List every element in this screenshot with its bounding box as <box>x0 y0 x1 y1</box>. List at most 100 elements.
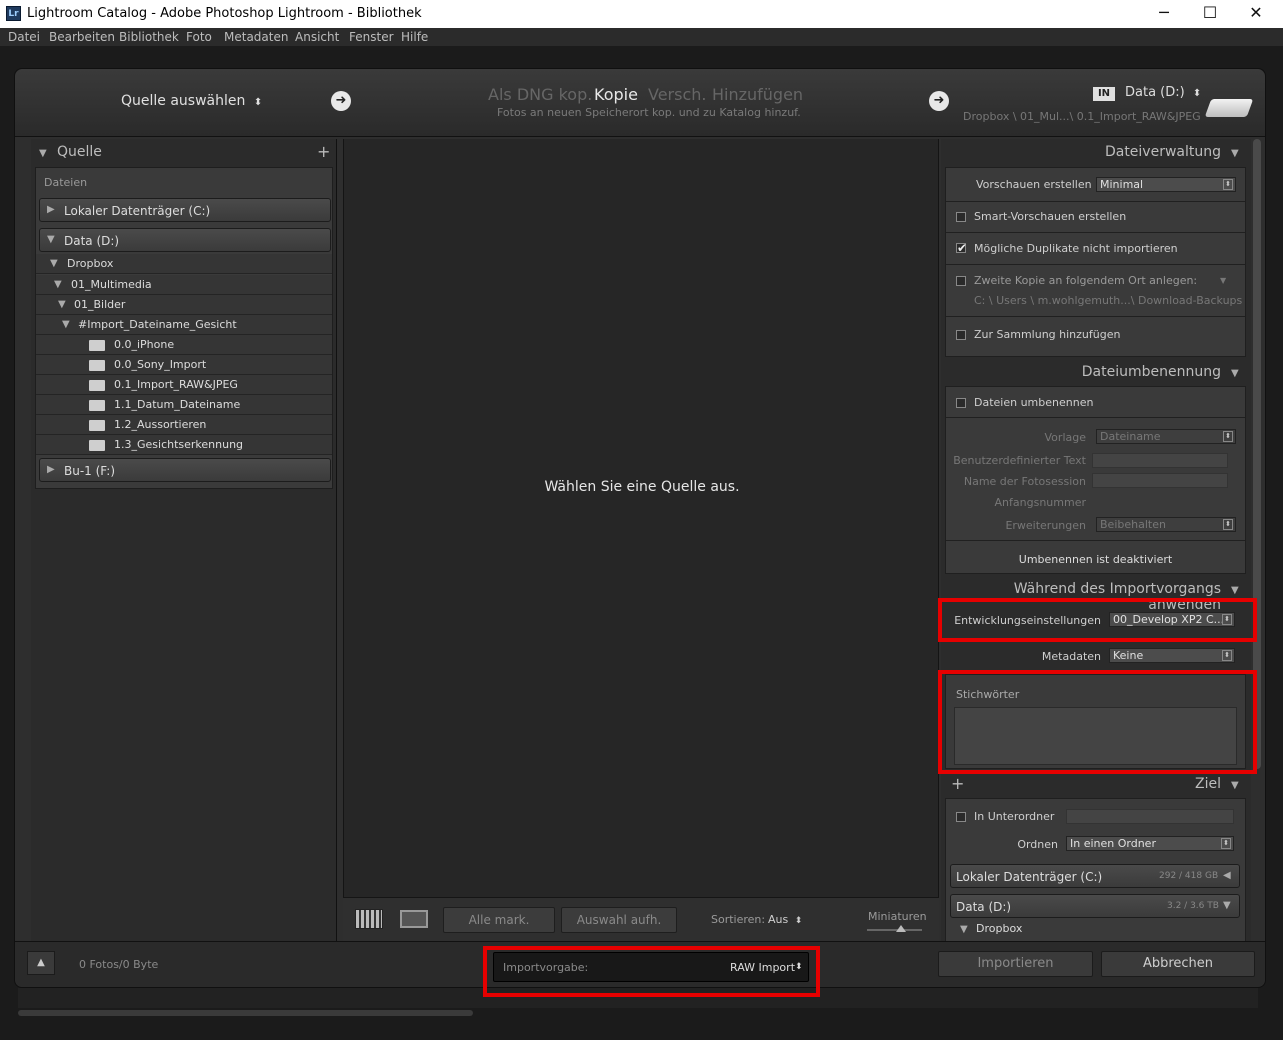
subfolder-checkbox[interactable] <box>956 812 966 822</box>
maximize-button[interactable]: ☐ <box>1187 2 1233 26</box>
collapse-triangle-icon: ▼ <box>54 279 62 290</box>
loupe-view-icon[interactable] <box>400 910 428 928</box>
collapse-triangle-icon: ▼ <box>58 299 66 310</box>
destination-selector[interactable]: Data (D:) ⬍ <box>1125 85 1201 100</box>
metadata-select[interactable]: Keine ⬍ <box>1109 648 1235 663</box>
arrow-right-icon: ➜ <box>331 91 351 111</box>
custom-text-label: Benutzerdefinierter Text <box>953 454 1086 467</box>
template-select[interactable]: Dateiname ⬍ <box>1096 429 1236 444</box>
menu-ansicht[interactable]: Ansicht <box>295 30 339 44</box>
tree-item-multimedia[interactable]: ▼ 01_Multimedia <box>36 275 332 295</box>
tree-item-import-dateiname[interactable]: ▼ #Import_Dateiname_Gesicht <box>36 315 332 335</box>
menu-bearbeiten[interactable]: Bearbeiten <box>49 30 115 44</box>
arrow-right-icon: ➜ <box>929 91 949 111</box>
highlight-develop-settings <box>938 598 1257 642</box>
uncheck-all-button[interactable]: Auswahl aufh. <box>561 907 677 933</box>
destination-drive-c-label: Lokaler Datenträger (C:) <box>956 870 1103 884</box>
second-copy-checkbox[interactable] <box>956 276 966 286</box>
collapse-triangle-icon[interactable]: ▼ <box>1231 368 1239 379</box>
drive-c[interactable]: ▶ Lokaler Datenträger (C:) <box>39 198 331 222</box>
extensions-select[interactable]: Beibehalten ⬍ <box>1096 517 1236 532</box>
check-all-button[interactable]: Alle mark. <box>443 907 555 933</box>
collection-checkbox[interactable] <box>956 330 966 340</box>
destination-drive-c[interactable]: Lokaler Datenträger (C:) 292 / 418 GB ◀ <box>950 864 1240 888</box>
folder-icon <box>89 440 105 451</box>
sort-selector[interactable]: Aus ⬍ <box>768 913 802 926</box>
preview-area: Wählen Sie eine Quelle aus. <box>343 139 939 897</box>
folder-item[interactable]: 1.1_Datum_Dateiname <box>36 395 332 415</box>
drive-f[interactable]: ▶ Bu-1 (F:) <box>39 458 331 482</box>
menu-datei[interactable]: Datei <box>8 30 40 44</box>
menu-foto[interactable]: Foto <box>186 30 212 44</box>
minimize-button[interactable]: ─ <box>1141 2 1187 26</box>
organize-select[interactable]: In einen Ordner ⬍ <box>1066 836 1234 851</box>
menu-metadaten[interactable]: Metadaten <box>224 30 288 44</box>
chevron-down-icon[interactable]: ▼ <box>1220 276 1226 285</box>
subfolder-field[interactable] <box>1066 809 1234 824</box>
menu-fenster[interactable]: Fenster <box>349 30 394 44</box>
source-selector[interactable]: Quelle auswählen ⬍ <box>121 93 262 109</box>
expand-up-icon[interactable]: ▲ <box>27 951 55 975</box>
mode-dng-copy[interactable]: Als DNG kop. <box>488 85 592 104</box>
collapse-triangle-icon[interactable]: ▼ <box>960 924 968 935</box>
folder-item[interactable]: 0.1_Import_RAW&JPEG <box>36 375 332 395</box>
menu-hilfe[interactable]: Hilfe <box>401 30 428 44</box>
import-dialog: Quelle auswählen ⬍ ➜ Als DNG kop. Kopie … <box>14 68 1266 988</box>
highlight-import-preset <box>483 946 820 997</box>
folder-label: 0.0_Sony_Import <box>114 358 207 371</box>
folder-item[interactable]: 1.2_Aussortieren <box>36 415 332 435</box>
import-button[interactable]: Importieren <box>938 951 1093 977</box>
filmstrip-scrollbar[interactable] <box>18 1010 473 1016</box>
divider <box>946 417 1245 418</box>
source-selector-label: Quelle auswählen <box>121 93 246 109</box>
destination-section: In Unterordner Ordnen In einen Ordner ⬍ … <box>945 798 1246 942</box>
settings-panel: Dateiverwaltung ▼ Vorschauen erstellen M… <box>941 139 1251 942</box>
destination-dropbox-label[interactable]: Dropbox <box>976 922 1022 935</box>
grid-view-icon[interactable] <box>355 909 383 929</box>
collapse-triangle-icon[interactable]: ▼ <box>1231 148 1239 159</box>
metadata-label: Metadaten <box>1041 650 1101 663</box>
destination-header[interactable]: Ziel <box>941 776 1221 792</box>
collapse-triangle-icon[interactable]: ▼ <box>1231 585 1239 596</box>
drive-d-space: 3.2 / 3.6 TB <box>1167 901 1219 911</box>
drive-d[interactable]: ▼ Data (D:) <box>39 228 331 252</box>
cancel-button[interactable]: Abbrechen <box>1101 951 1255 977</box>
spinner-icon: ⬍ <box>1222 650 1232 661</box>
folder-item[interactable]: 0.0_iPhone <box>36 335 332 355</box>
preview-select[interactable]: Minimal ⬍ <box>1096 177 1236 192</box>
custom-text-field[interactable] <box>1092 453 1228 468</box>
smart-preview-checkbox[interactable] <box>956 212 966 222</box>
slider-thumb-icon[interactable] <box>896 925 906 932</box>
session-name-field[interactable] <box>1092 473 1228 488</box>
close-button[interactable]: ✕ <box>1233 2 1279 26</box>
rename-header[interactable]: Dateiumbenennung <box>941 364 1221 380</box>
collapse-triangle-icon[interactable]: ▼ <box>39 148 47 159</box>
thumbnail-size-slider[interactable] <box>867 929 922 931</box>
tree-label: 01_Bilder <box>74 298 126 311</box>
organize-label: Ordnen <box>1017 838 1058 851</box>
add-source-icon[interactable]: + <box>317 142 330 161</box>
sort-value: Aus <box>768 913 789 926</box>
folder-label: 0.0_iPhone <box>114 338 175 351</box>
file-handling-header[interactable]: Dateiverwaltung <box>941 144 1221 160</box>
second-copy-path: C: \ Users \ m.wohlgemuth...\ Download-B… <box>974 294 1243 307</box>
tree-label: 01_Multimedia <box>71 278 152 291</box>
menu-bibliothek[interactable]: Bibliothek <box>119 30 179 44</box>
preview-toolbar: Alle mark. Auswahl aufh. Sortieren: Aus … <box>343 897 939 942</box>
duplicates-checkbox[interactable]: ✔ <box>956 242 967 254</box>
destination-drive-d[interactable]: Data (D:) 3.2 / 3.6 TB ▼ <box>950 894 1240 918</box>
files-label: Dateien <box>44 176 88 189</box>
tree-item-bilder[interactable]: ▼ 01_Bilder <box>36 295 332 315</box>
mode-add[interactable]: Hinzufügen <box>712 85 803 104</box>
tree-item-dropbox[interactable]: ▼ Dropbox <box>36 254 332 274</box>
collapse-triangle-icon: ▼ <box>50 258 58 269</box>
folder-label: 1.3_Gesichtserkennung <box>114 438 244 451</box>
collapse-triangle-icon[interactable]: ▼ <box>1231 780 1239 791</box>
template-label: Vorlage <box>1044 431 1086 444</box>
mode-copy[interactable]: Kopie <box>594 85 638 104</box>
folder-item[interactable]: 0.0_Sony_Import <box>36 355 332 375</box>
folder-item[interactable]: 1.3_Gesichtserkennung <box>36 435 332 455</box>
divider <box>946 316 1245 317</box>
mode-move[interactable]: Versch. <box>648 85 706 104</box>
rename-checkbox[interactable] <box>956 398 966 408</box>
